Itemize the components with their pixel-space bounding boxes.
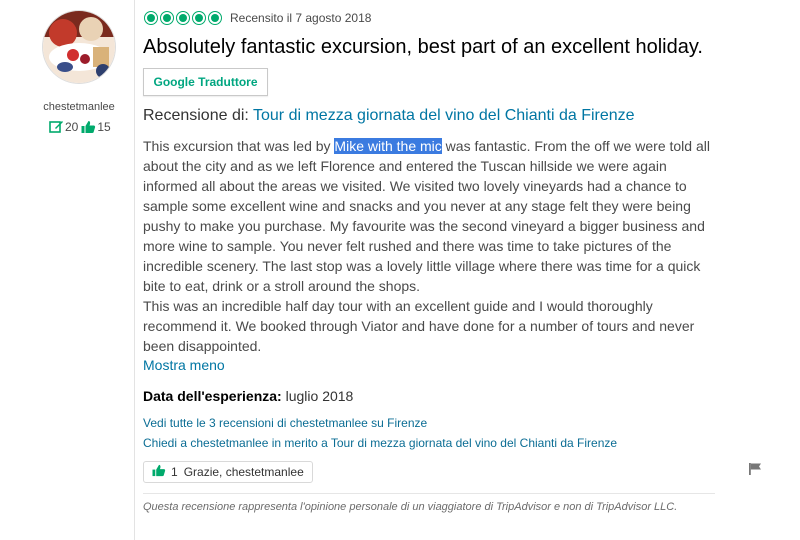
helpful-votes-count: 15 <box>81 120 111 134</box>
experience-date: Data dell'esperienza: luglio 2018 <box>143 388 353 404</box>
thanks-button[interactable]: 1 Grazie, chestetmanlee <box>143 461 313 483</box>
highlighted-text: Mike with the mic <box>334 138 442 154</box>
review-of-label: Recensione di: <box>143 107 249 124</box>
review-paragraph-2: This was an incredible half day tour wit… <box>143 298 695 354</box>
reviewer-stats: 20 15 <box>49 120 111 134</box>
review-title[interactable]: Absolutely fantastic excursion, best par… <box>143 36 703 59</box>
review-date: Recensito il 7 agosto 2018 <box>230 11 372 25</box>
all-reviews-link[interactable]: Vedi tutte le 3 recensioni di chestetman… <box>143 416 427 430</box>
thumbs-up-icon <box>81 120 96 134</box>
review-paragraph-1: This excursion that was led by Mike with… <box>143 138 710 294</box>
review-of-link[interactable]: Tour di mezza giornata del vino del Chia… <box>253 107 635 124</box>
google-translate-button[interactable]: Google Traduttore <box>143 68 268 96</box>
contributions-count: 20 <box>49 120 78 134</box>
disclaimer: Questa recensione rappresenta l'opinione… <box>143 501 678 513</box>
review-of: Recensione di: Tour di mezza giornata de… <box>143 107 635 125</box>
helpful-votes-value: 15 <box>97 120 111 134</box>
review-body: This excursion that was led by Mike with… <box>143 136 718 356</box>
review-edit-icon <box>49 120 64 134</box>
contributions-value: 20 <box>65 120 79 134</box>
thanks-count: 1 <box>171 465 178 479</box>
column-divider <box>134 0 135 540</box>
reviewer-username[interactable]: chestetmanlee <box>0 101 158 113</box>
divider <box>143 493 715 494</box>
experience-date-value: luglio 2018 <box>285 388 354 404</box>
bubble-rating-icon <box>144 11 224 25</box>
experience-date-label: Data dell'esperienza: <box>143 388 282 404</box>
thumbs-up-icon <box>152 464 166 480</box>
avatar[interactable] <box>43 11 115 83</box>
flag-icon[interactable] <box>748 462 762 481</box>
show-less-link[interactable]: Mostra meno <box>143 357 225 373</box>
rating-row: Recensito il 7 agosto 2018 <box>144 11 371 25</box>
ask-reviewer-link[interactable]: Chiedi a chestetmanlee in merito a Tour … <box>143 436 617 450</box>
thanks-label: Grazie, chestetmanlee <box>183 465 304 479</box>
